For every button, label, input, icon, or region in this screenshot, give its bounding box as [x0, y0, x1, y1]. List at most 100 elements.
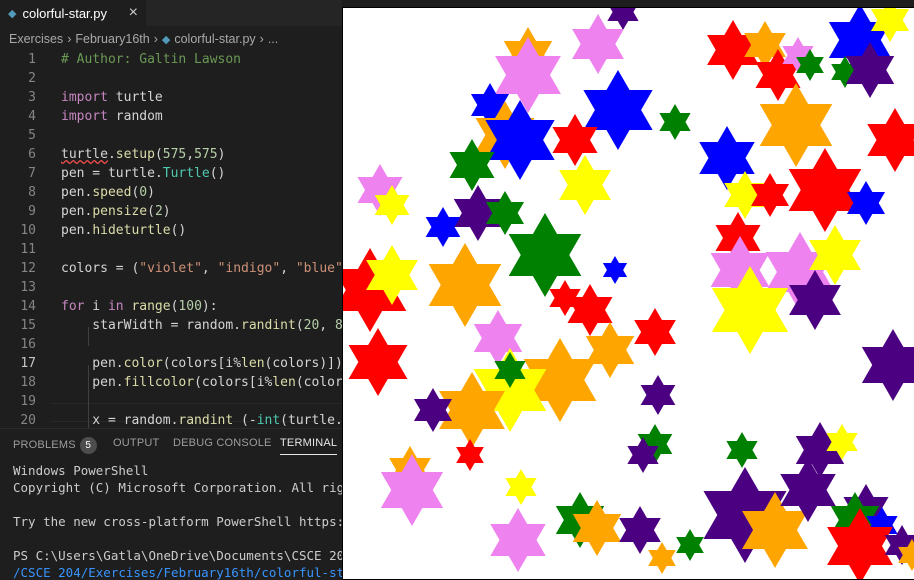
line-number: 12: [20, 261, 36, 276]
code-line[interactable]: 9 pen.pensize(2): [0, 202, 342, 221]
code-token: pen.: [61, 356, 124, 371]
code-token: pensize: [92, 204, 148, 219]
code-token: ,: [319, 318, 335, 333]
code-token: len: [272, 375, 296, 390]
code-line[interactable]: 4 import random: [0, 107, 342, 126]
star-blue: [602, 256, 628, 284]
breadcrumb-exercises[interactable]: Exercises: [9, 32, 63, 46]
star-red: [788, 147, 862, 233]
line-text: for i in range(100):: [61, 297, 218, 316]
code-token: (color: [295, 375, 342, 390]
code-line[interactable]: 12 colors = ("violet", "indigo", "blue": [0, 259, 342, 278]
code-line[interactable]: 13: [0, 278, 342, 297]
line-number: 1: [28, 52, 36, 67]
code-token: in: [107, 299, 124, 314]
code-line[interactable]: 8 pen.speed(0): [0, 183, 342, 202]
code-line[interactable]: 19: [0, 392, 342, 411]
code-token: randint: [241, 318, 296, 333]
editor-tab-bar: ◆ colorful-star.py ×: [0, 0, 342, 26]
code-token: (: [295, 318, 304, 333]
python-file-icon: ◆: [8, 7, 17, 20]
code-token: 100: [178, 299, 202, 314]
line-number: 8: [28, 185, 36, 200]
code-line[interactable]: 15 starWidth = random.randint(20, 8: [0, 316, 342, 335]
breadcrumb-more[interactable]: ...: [268, 32, 278, 46]
code-token: pen.: [61, 185, 93, 200]
code-token: (colors[i%: [194, 375, 273, 390]
panel-tab-label: OUTPUT: [113, 437, 160, 449]
line-text: turtle.setup(575,575): [61, 145, 225, 164]
panel-tab-problems[interactable]: PROBLEMS 5: [13, 437, 97, 454]
code-token: ,: [201, 261, 218, 276]
panel-tab-label: DEBUG CONSOLE: [173, 437, 272, 449]
star-violet: [380, 453, 444, 527]
code-token: color: [123, 356, 163, 371]
panel-tab-debug-console[interactable]: DEBUG CONSOLE: [173, 437, 272, 449]
line-number: 13: [20, 280, 36, 295]
star-red: [867, 108, 914, 172]
turtle-canvas: [343, 8, 914, 579]
code-token: pen.: [61, 223, 93, 238]
code-token: 8: [334, 318, 342, 333]
line-number: 6: [28, 147, 36, 162]
star-red: [634, 308, 676, 356]
line-number: 4: [28, 109, 36, 124]
code-token: (turtle.w: [280, 413, 342, 428]
line-number: 15: [20, 318, 36, 333]
code-line[interactable]: 18 pen.fillcolor(colors[i%len(color: [0, 373, 342, 392]
code-token: (colors)]): [264, 356, 342, 371]
code-line[interactable]: 1 # Author: Galtin Lawson: [0, 50, 342, 69]
panel-tab-terminal[interactable]: TERMINAL: [280, 437, 338, 455]
panel-tab-output[interactable]: OUTPUT: [113, 437, 159, 449]
code-token: # Author: Galtin Lawson: [61, 52, 242, 67]
chevron-right-icon: ›: [67, 32, 72, 46]
chevron-right-icon: ›: [259, 32, 264, 46]
code-token: setup: [115, 147, 155, 162]
code-line[interactable]: 2: [0, 69, 342, 88]
code-token: ,: [186, 147, 195, 162]
code-line[interactable]: 5: [0, 126, 342, 145]
star-indigo: [619, 506, 661, 554]
code-line[interactable]: 16: [0, 335, 342, 354]
star-indigo: [861, 328, 914, 402]
star-red: [348, 327, 408, 397]
line-number: 19: [20, 394, 36, 409]
code-line[interactable]: 3 import turtle: [0, 88, 342, 107]
code-token: speed: [92, 185, 132, 200]
terminal-line: /CSCE 204/Exercises/February16th/colorfu…: [13, 565, 342, 580]
star-violet: [572, 13, 624, 75]
breadcrumb-file[interactable]: colorful-star.py: [174, 32, 255, 46]
star-violet: [495, 37, 561, 113]
code-token: "violet": [139, 261, 202, 276]
code-token: randint: [178, 413, 234, 428]
close-icon[interactable]: ×: [129, 4, 138, 22]
code-line[interactable]: 6 turtle.setup(575,575): [0, 145, 342, 164]
code-line[interactable]: 14 for i in range(100):: [0, 297, 342, 316]
code-line[interactable]: 17 pen.color(colors[i%len(colors)]): [0, 354, 342, 373]
code-token: (colors[i%: [162, 356, 242, 371]
python-file-icon: ◆: [161, 33, 171, 46]
line-number: 20: [20, 413, 36, 428]
star-orange: [428, 242, 502, 328]
line-text: pen.fillcolor(colors[i%len(color: [61, 373, 342, 392]
line-number: 14: [20, 299, 36, 314]
code-token: "indigo": [217, 261, 281, 276]
code-token: (: [147, 204, 155, 219]
star-orange: [648, 541, 676, 575]
code-token: import: [61, 90, 108, 105]
code-area[interactable]: 1 # Author: Galtin Lawson 2 3 import turtle 4…: [0, 50, 342, 428]
code-line[interactable]: 7 pen = turtle.Turtle(): [0, 164, 342, 183]
code-token: x = random.: [61, 413, 179, 428]
code-line[interactable]: 10 pen.hideturtle(): [0, 221, 342, 240]
line-number: 3: [28, 90, 36, 105]
code-token: i: [84, 299, 108, 314]
star-orange: [585, 321, 635, 379]
code-token: starWidth = random.: [61, 318, 242, 333]
code-line[interactable]: 11: [0, 240, 342, 259]
editor-tab-colorful-star[interactable]: ◆ colorful-star.py ×: [0, 0, 146, 26]
line-text: pen.color(colors[i%len(colors)]): [61, 354, 342, 373]
chevron-right-icon: ›: [153, 32, 158, 46]
breadcrumb-february16th[interactable]: February16th: [75, 32, 149, 46]
line-number: 9: [28, 204, 36, 219]
code-line[interactable]: 20 x = random.randint (-int(turtle.w: [0, 411, 342, 428]
